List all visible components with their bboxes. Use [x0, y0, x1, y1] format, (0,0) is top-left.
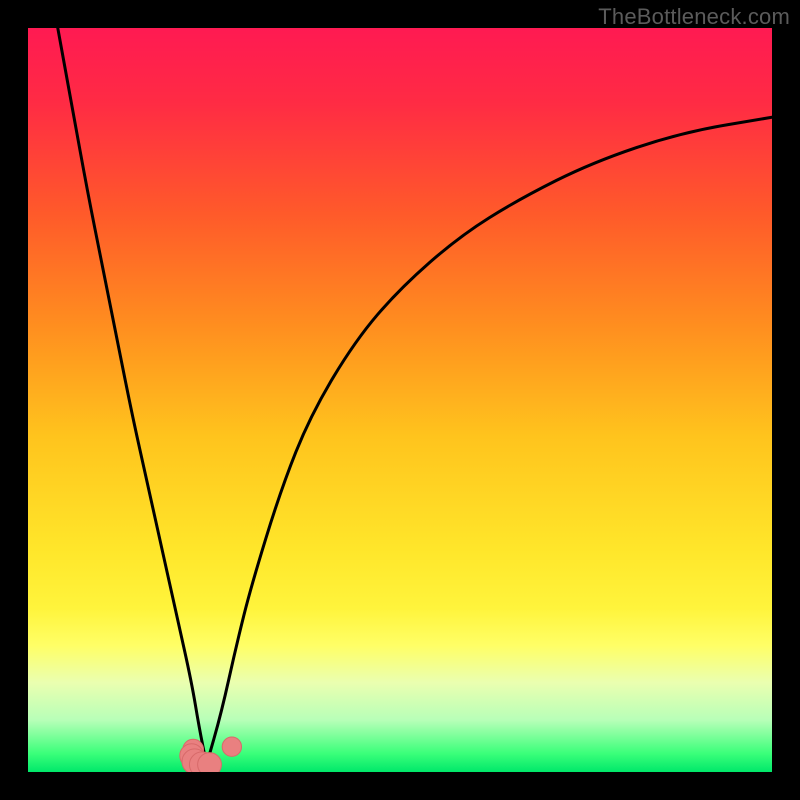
plot-svg [28, 28, 772, 772]
watermark-text: TheBottleneck.com [598, 4, 790, 30]
plot-area [28, 28, 772, 772]
chart-frame: TheBottleneck.com [0, 0, 800, 800]
marker-dot [198, 753, 222, 772]
marker-dot [222, 737, 241, 756]
